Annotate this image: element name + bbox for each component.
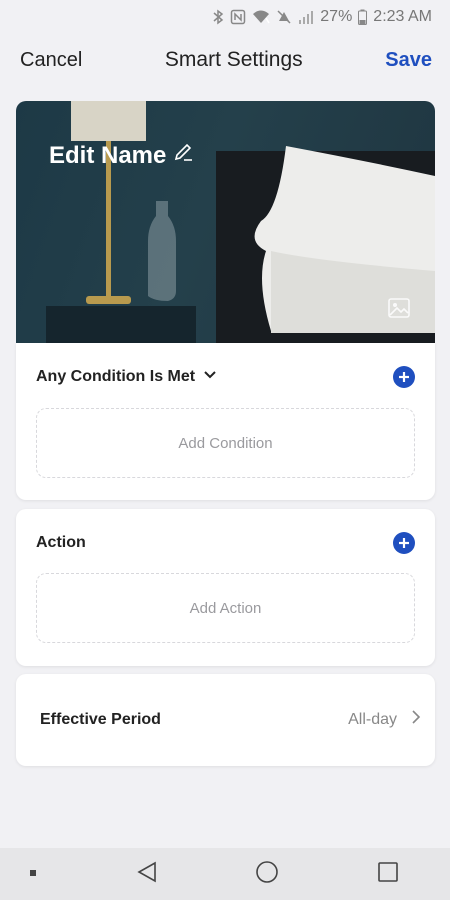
pencil-icon[interactable] [172,141,194,170]
scene-name-text: Edit Name [49,141,167,169]
battery-percent: 27% [320,8,353,25]
effective-period-row[interactable]: Effective Period All-day [16,674,435,766]
action-card: Action Add Action [16,509,435,666]
overview-icon[interactable] [376,860,400,889]
recents-dot-icon[interactable] [28,865,38,883]
add-action-plus-icon[interactable] [393,532,415,554]
add-condition-button[interactable]: Add Condition [36,408,415,478]
wifi-icon [252,9,270,25]
add-condition-label: Add Condition [178,434,273,452]
nfc-icon [230,9,246,25]
save-button[interactable]: Save [385,49,432,72]
add-action-button[interactable]: Add Action [36,573,415,643]
status-bar: 27% 2:23 AM [0,0,450,34]
add-condition-plus-icon[interactable] [393,366,415,388]
condition-mode-label: Any Condition Is Met [36,368,196,385]
home-icon[interactable] [255,860,279,889]
condition-card: Any Condition Is Met Add Condition [16,343,435,500]
clock: 2:23 AM [373,8,432,25]
chevron-down-icon [203,368,217,387]
signal-icon [298,9,314,25]
system-nav-bar [0,848,450,900]
back-icon[interactable] [135,860,159,889]
effective-period-label: Effective Period [40,710,161,728]
top-bar: Cancel Smart Settings Save [0,34,450,86]
effective-period-value: All-day [348,710,397,728]
cancel-button[interactable]: Cancel [20,49,82,72]
page-title: Smart Settings [164,48,303,71]
chevron-right-icon [411,709,421,730]
scene-name[interactable]: Edit Name [49,141,194,170]
add-action-label: Add Action [189,599,262,617]
action-title: Action [36,534,86,551]
mute-icon [276,9,292,25]
image-icon[interactable] [387,296,411,325]
battery-icon [358,9,368,25]
bluetooth-icon [212,9,224,25]
condition-mode-dropdown[interactable]: Any Condition Is Met [36,368,217,387]
scene-cover-image[interactable]: Edit Name [16,101,435,343]
bedroom-photo [46,101,435,343]
